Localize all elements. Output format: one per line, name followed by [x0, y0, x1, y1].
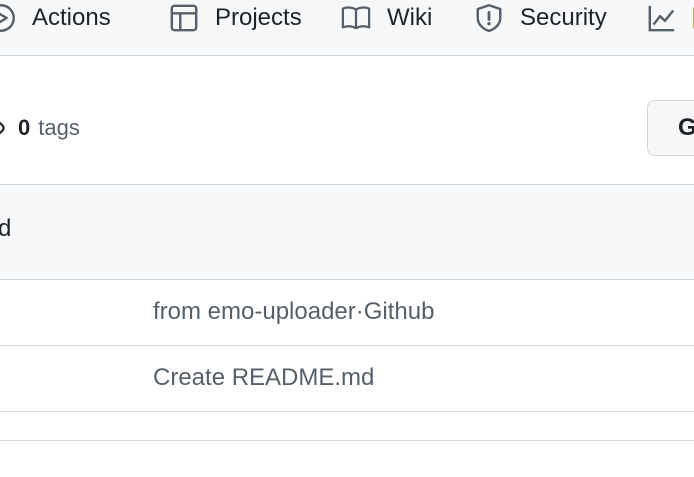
file-row[interactable]: from emo-uploader·Github	[0, 280, 694, 346]
commit-message-link[interactable]: from emo-uploader·Github	[153, 298, 434, 326]
nav-tab-label: Wiki	[387, 4, 433, 31]
tag-icon	[0, 112, 16, 144]
nav-tab-insights[interactable]	[647, 0, 694, 36]
commit-header-text: d	[0, 215, 12, 242]
file-list-end	[0, 411, 694, 441]
nav-tab-projects[interactable]: Projects	[169, 0, 302, 36]
nav-tab-wiki[interactable]: Wiki	[341, 0, 432, 36]
play-circle-icon	[0, 3, 16, 33]
tags-label: tags	[38, 115, 80, 140]
repo-nav-bar: Actions Projects Wiki Security	[0, 0, 694, 56]
commit-message-link[interactable]: Create README.md	[153, 364, 374, 392]
shield-icon	[474, 3, 504, 33]
nav-tab-label: Actions	[32, 4, 111, 31]
book-icon	[341, 3, 371, 33]
tags-count: 0	[18, 115, 31, 140]
nav-tab-label: Projects	[215, 4, 302, 31]
latest-commit-header: d	[0, 184, 694, 280]
nav-tab-actions[interactable]: Actions	[0, 0, 111, 36]
code-button[interactable]: G	[647, 100, 694, 156]
nav-tab-security[interactable]: Security	[474, 0, 607, 36]
graph-icon	[647, 3, 677, 33]
file-row[interactable]: Create README.md	[0, 346, 694, 412]
table-icon	[169, 3, 199, 33]
tags-link[interactable]: 0 tags	[0, 112, 80, 144]
nav-tab-label: Security	[520, 4, 607, 31]
